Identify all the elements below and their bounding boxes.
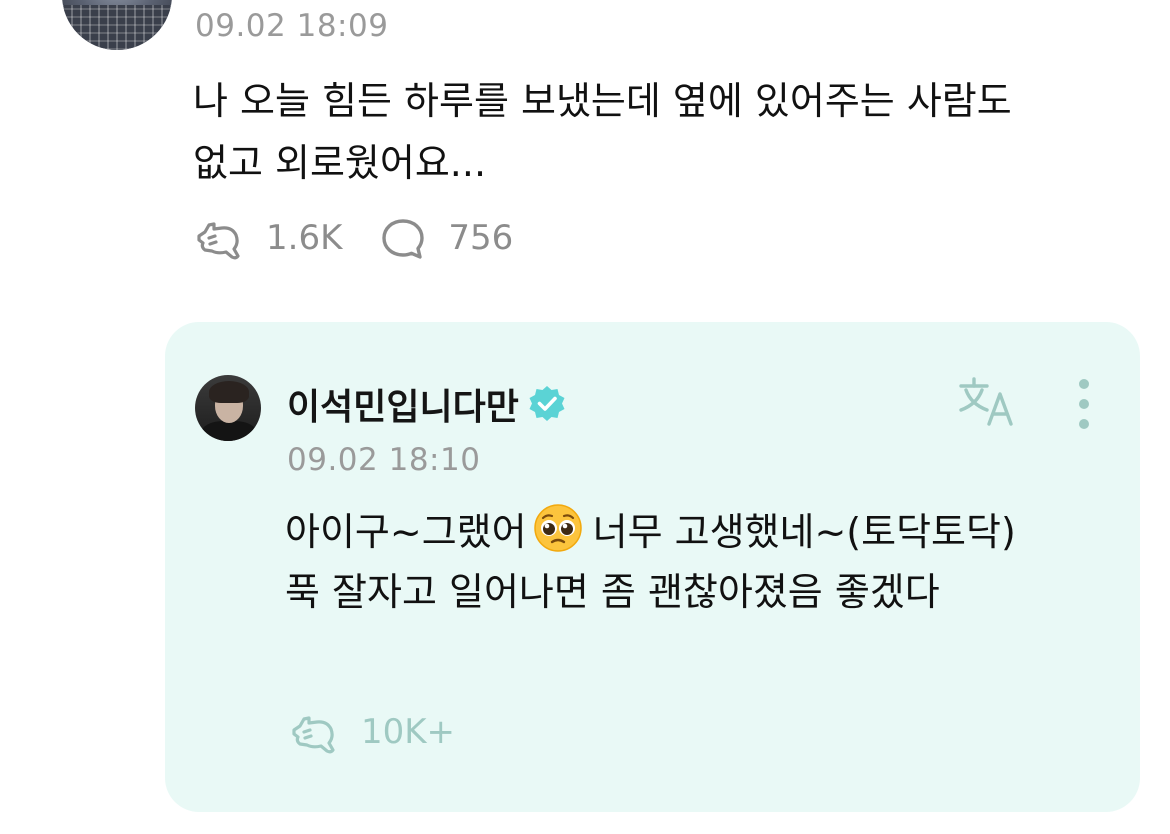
reply-timestamp: 09.02 18:10 <box>287 442 481 478</box>
comment-count: 756 <box>448 218 514 258</box>
verified-badge-icon <box>529 386 565 421</box>
reply-text-line: 푹 잘자고 일어나면 좀 괜찮아졌음 좋겠다 <box>285 570 940 614</box>
like-button[interactable]: 1.6K <box>192 216 342 260</box>
like-count: 10K+ <box>361 712 456 752</box>
reply-text-part: 너무 고생했네~(토닥토닥) <box>592 510 1016 554</box>
like-count: 1.6K <box>266 218 343 258</box>
author-name-label: 이석민입니다만 <box>287 387 519 428</box>
reply-text-line: 아이구~그랬어 너무 고생했네~(토닥토닥) <box>285 502 1125 562</box>
reply-stats: 10K+ <box>287 708 455 756</box>
reply-text: 아이구~그랬어 너무 고생했네~(토닥토닥) 푹 잘자고 일어나면 좀 괜찮아졌… <box>285 502 1125 622</box>
reply-card: 이석민입니다만 09.02 18:10 아이구~그랬어 너무 고생했네~(토닥토… <box>165 322 1140 812</box>
avatar-image <box>62 5 172 50</box>
post-stats: 1.6K 756 <box>192 214 513 262</box>
post-text-line: 나 오늘 힘든 하루를 보냈는데 옆에 있어주는 사람도 <box>193 79 1012 123</box>
post-text-line: 없고 외로웠어요... <box>193 141 487 185</box>
translate-icon <box>959 377 1013 426</box>
more-vertical-icon <box>1079 379 1089 429</box>
comment-button[interactable]: 756 <box>380 215 513 261</box>
speech-bubble-icon <box>382 219 425 259</box>
fist-bump-icon <box>197 222 240 260</box>
post-text: 나 오늘 힘든 하루를 보냈는데 옆에 있어주는 사람도 없고 외로웠어요... <box>193 70 1133 194</box>
avatar-hair <box>209 381 249 403</box>
more-options-button[interactable] <box>1070 374 1098 434</box>
post-timestamp: 09.02 18:09 <box>195 8 389 44</box>
avatar[interactable] <box>62 0 172 50</box>
pleading-face-emoji <box>533 504 582 552</box>
like-button[interactable]: 10K+ <box>287 710 455 754</box>
reply-text-part: 아이구~그랬어 <box>285 510 527 554</box>
translate-button[interactable] <box>955 372 1023 432</box>
fist-bump-icon <box>292 716 335 754</box>
author-name[interactable]: 이석민입니다만 <box>287 378 567 430</box>
avatar-image <box>201 421 257 441</box>
original-post: 09.02 18:09 나 오늘 힘든 하루를 보냈는데 옆에 있어주는 사람도… <box>0 0 1170 300</box>
avatar[interactable] <box>195 375 261 441</box>
